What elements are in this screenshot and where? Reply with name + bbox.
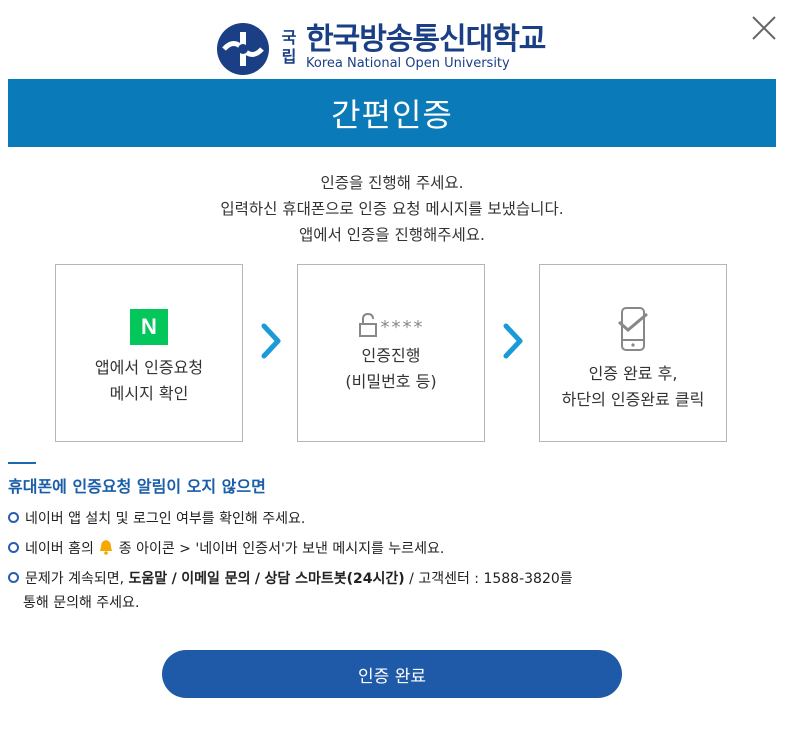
help-section-title: 휴대폰에 인증요청 알림이 오지 않으면 bbox=[8, 477, 266, 496]
step-3-line1: 인증 완료 후, bbox=[588, 364, 678, 383]
bullet-dot-icon bbox=[8, 512, 19, 523]
password-lock-icon: **** bbox=[358, 312, 425, 338]
step-3-box: 인증 완료 후, 하단의 인증완료 클릭 bbox=[539, 264, 727, 442]
logo-national-prefix: 국 립 bbox=[281, 28, 297, 66]
step-2-box: **** 인증진행 (비밀번호 등) bbox=[297, 264, 485, 442]
intro-text: 인증을 진행해 주세요. 입력하신 휴대폰으로 인증 요청 메시지를 보냈습니다… bbox=[8, 170, 776, 248]
logo-name-english: Korea National Open University bbox=[306, 56, 510, 71]
intro-line: 앱에서 인증을 진행해주세요. bbox=[299, 226, 485, 244]
help-bullet-2: 네이버 홈의 종 아이콘 > '네이버 인증서'가 보낸 메시지를 누르세요. bbox=[8, 537, 444, 561]
close-button[interactable] bbox=[750, 14, 778, 42]
section-divider bbox=[8, 462, 36, 464]
close-icon bbox=[752, 16, 776, 40]
phone-check-icon bbox=[618, 307, 648, 351]
step-2-line1: 인증진행 bbox=[361, 346, 421, 365]
step-2-line2: (비밀번호 등) bbox=[345, 372, 437, 391]
help-bullet-3: 문제가 계속되면, 도움말 / 이메일 문의 / 상담 스마트봇(24시간) /… bbox=[8, 567, 573, 615]
bullet-dot-icon bbox=[8, 542, 19, 553]
naver-icon: N bbox=[130, 309, 168, 345]
bullet-dot-icon bbox=[8, 572, 19, 583]
intro-line: 인증을 진행해 주세요. bbox=[320, 174, 464, 192]
unlock-icon bbox=[358, 312, 377, 337]
logo-name-korean: 한국방송통신대학교 bbox=[306, 22, 546, 57]
step-1-line1: 앱에서 인증요청 bbox=[94, 358, 204, 377]
help-bullet-1: 네이버 앱 설치 및 로그인 여부를 확인해 주세요. bbox=[8, 507, 305, 531]
step-1-box: N 앱에서 인증요청 메시지 확인 bbox=[55, 264, 243, 442]
help-link[interactable]: 도움말 bbox=[129, 571, 168, 587]
step-3-line2: 하단의 인증완료 클릭 bbox=[561, 390, 705, 409]
intro-line: 입력하신 휴대폰으로 인증 요청 메시지를 보냈습니다. bbox=[220, 200, 564, 218]
step-1-line2: 메시지 확인 bbox=[109, 384, 189, 403]
bell-icon bbox=[100, 540, 113, 555]
chevron-right-icon bbox=[503, 323, 523, 359]
auth-complete-button[interactable]: 인증 완료 bbox=[162, 650, 622, 698]
university-emblem-icon bbox=[217, 23, 269, 75]
smartbot-link[interactable]: 상담 스마트봇(24시간) bbox=[265, 571, 405, 587]
help-bullet-3-line2: 통해 문의해 주세요. bbox=[23, 595, 140, 611]
chevron-right-icon bbox=[261, 323, 281, 359]
university-logo: 국 립 한국방송통신대학교 Korea National Open Univer… bbox=[216, 22, 576, 76]
page-title: 간편인증 bbox=[8, 79, 776, 147]
email-inquiry-link[interactable]: 이메일 문의 bbox=[181, 571, 250, 587]
